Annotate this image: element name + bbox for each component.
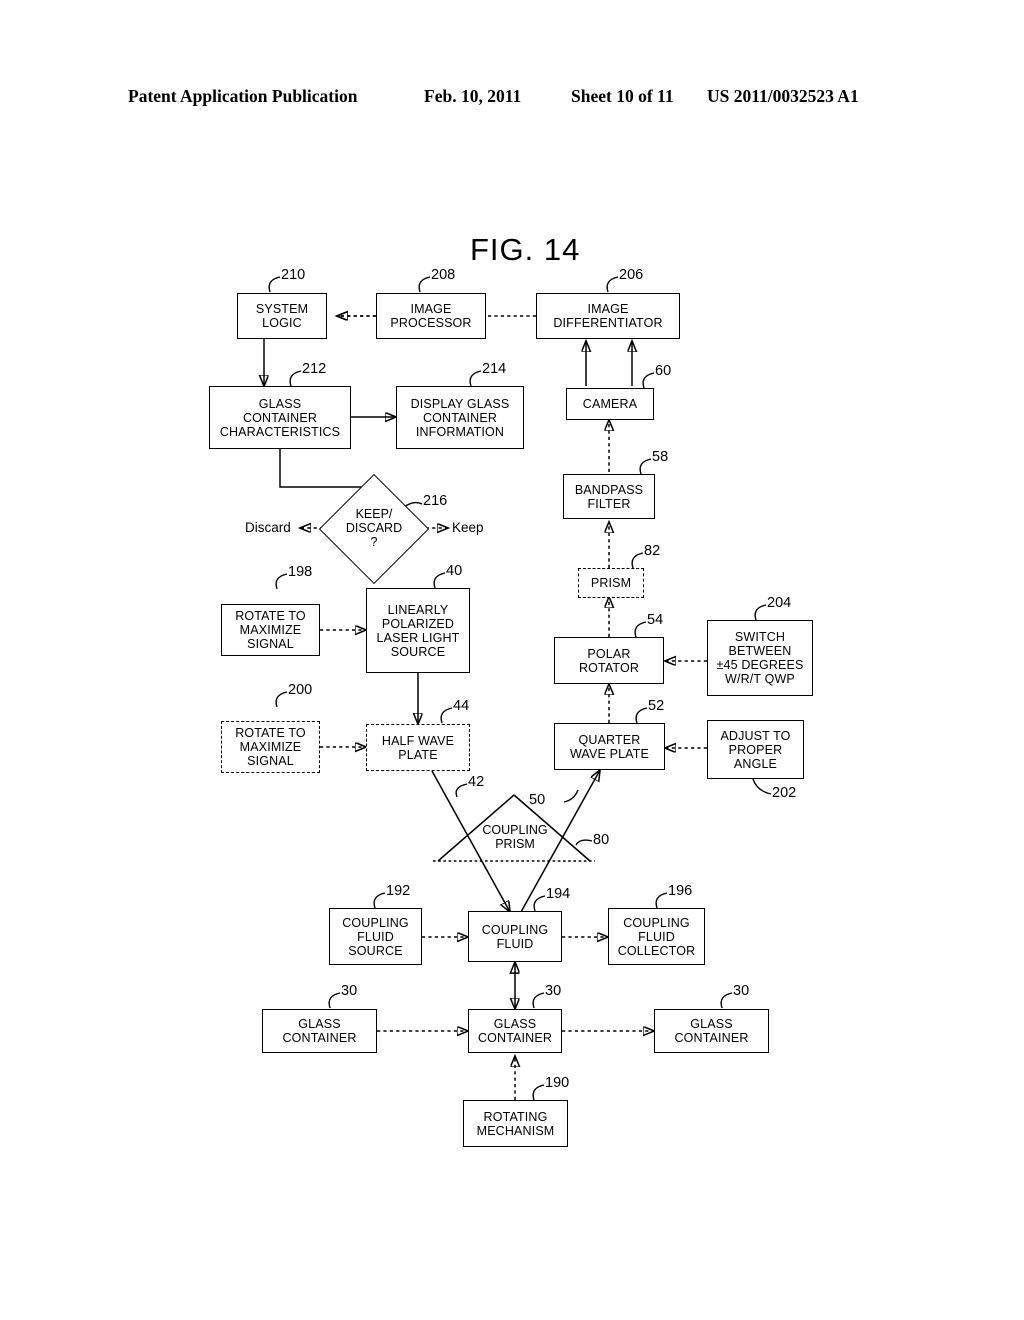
ref-204: 204 [767, 595, 792, 611]
ref-30-center: 30 [545, 983, 562, 999]
ref-194: 194 [546, 886, 571, 902]
node-half-wave-plate[interactable]: HALF WAVE PLATE [366, 724, 470, 771]
leader-196 [655, 892, 668, 909]
node-image-differentiator[interactable]: IMAGE DIFFERENTIATOR [536, 293, 680, 339]
leader-40 [433, 572, 446, 589]
node-display-glass-container-information[interactable]: DISPLAY GLASS CONTAINER INFORMATION [396, 386, 524, 449]
ref-42: 42 [468, 774, 485, 790]
ref-210: 210 [281, 267, 306, 283]
ref-60: 60 [655, 363, 672, 379]
leader-54 [634, 621, 647, 638]
ref-80: 80 [593, 832, 610, 848]
ref-202: 202 [772, 785, 797, 801]
node-linearly-polarized-laser-light-source[interactable]: LINEARLY POLARIZED LASER LIGHT SOURCE [366, 588, 470, 673]
leader-210 [268, 276, 281, 293]
ref-206: 206 [619, 267, 644, 283]
coupling-prism-label: COUPLING PRISM [482, 823, 548, 852]
leader-50 [563, 789, 579, 803]
node-rotate-to-maximize-signal-198[interactable]: ROTATE TO MAXIMIZE SIGNAL [221, 604, 320, 656]
node-polar-rotator[interactable]: POLAR ROTATOR [554, 637, 664, 684]
node-prism[interactable]: PRISM [578, 568, 644, 598]
ref-216: 216 [423, 493, 448, 509]
node-coupling-fluid-collector[interactable]: COUPLING FLUID COLLECTOR [608, 908, 705, 965]
leader-192 [373, 892, 386, 909]
leader-30-left [328, 992, 341, 1009]
ref-190: 190 [545, 1075, 570, 1091]
node-rotating-mechanism[interactable]: ROTATING MECHANISM [463, 1100, 568, 1147]
node-glass-container-right[interactable]: GLASS CONTAINER [654, 1009, 769, 1053]
ref-44: 44 [453, 698, 470, 714]
ref-30-right: 30 [733, 983, 750, 999]
branch-label-discard: Discard [245, 520, 291, 535]
decision-keep-discard[interactable]: KEEP/DISCARD? [318, 473, 430, 585]
node-glass-container-center[interactable]: GLASS CONTAINER [468, 1009, 562, 1053]
ref-52: 52 [648, 698, 665, 714]
node-image-processor[interactable]: IMAGE PROCESSOR [376, 293, 486, 339]
leader-42 [455, 783, 468, 798]
ref-192: 192 [386, 883, 411, 899]
node-quarter-wave-plate[interactable]: QUARTER WAVE PLATE [554, 723, 665, 770]
node-glass-container-left[interactable]: GLASS CONTAINER [262, 1009, 377, 1053]
leader-198 [275, 573, 288, 590]
ref-82: 82 [644, 543, 661, 559]
leader-82 [631, 552, 644, 569]
leader-200 [275, 691, 288, 708]
node-adjust-to-proper-angle[interactable]: ADJUST TO PROPER ANGLE [707, 720, 804, 779]
ref-54: 54 [647, 612, 664, 628]
ref-198: 198 [288, 564, 313, 580]
ref-30-left: 30 [341, 983, 358, 999]
ref-196: 196 [668, 883, 693, 899]
node-switch-between-degrees[interactable]: SWITCH BETWEEN ±45 DEGREES W/R/T QWP [707, 620, 813, 696]
leader-190 [532, 1084, 545, 1101]
branch-label-keep: Keep [452, 520, 484, 535]
ref-212: 212 [302, 361, 327, 377]
leader-30-center [532, 992, 545, 1009]
decision-label: KEEP/DISCARD? [345, 507, 403, 549]
leader-202 [752, 778, 772, 795]
ref-50: 50 [529, 792, 546, 808]
ref-40: 40 [446, 563, 463, 579]
node-coupling-fluid-source[interactable]: COUPLING FLUID SOURCE [329, 908, 422, 965]
node-system-logic[interactable]: SYSTEM LOGIC [237, 293, 327, 339]
node-camera[interactable]: CAMERA [566, 388, 654, 420]
leader-212 [289, 370, 302, 387]
node-rotate-to-maximize-signal-200[interactable]: ROTATE TO MAXIMIZE SIGNAL [221, 721, 320, 773]
leader-194 [533, 895, 546, 912]
ref-208: 208 [431, 267, 456, 283]
leader-30-right [720, 992, 733, 1009]
ref-200: 200 [288, 682, 313, 698]
ref-214: 214 [482, 361, 507, 377]
leader-80 [575, 839, 593, 846]
leader-208 [418, 276, 431, 293]
leader-206 [606, 276, 619, 293]
leader-58 [639, 458, 652, 475]
leader-44 [440, 707, 453, 724]
node-bandpass-filter[interactable]: BANDPASS FILTER [563, 474, 655, 519]
leader-52 [635, 707, 648, 724]
node-glass-container-characteristics[interactable]: GLASS CONTAINER CHARACTERISTICS [209, 386, 351, 449]
node-coupling-fluid[interactable]: COUPLING FLUID [468, 911, 562, 962]
leader-214 [469, 370, 482, 387]
ref-58: 58 [652, 449, 669, 465]
leader-204 [754, 604, 767, 621]
leader-60 [642, 372, 655, 389]
